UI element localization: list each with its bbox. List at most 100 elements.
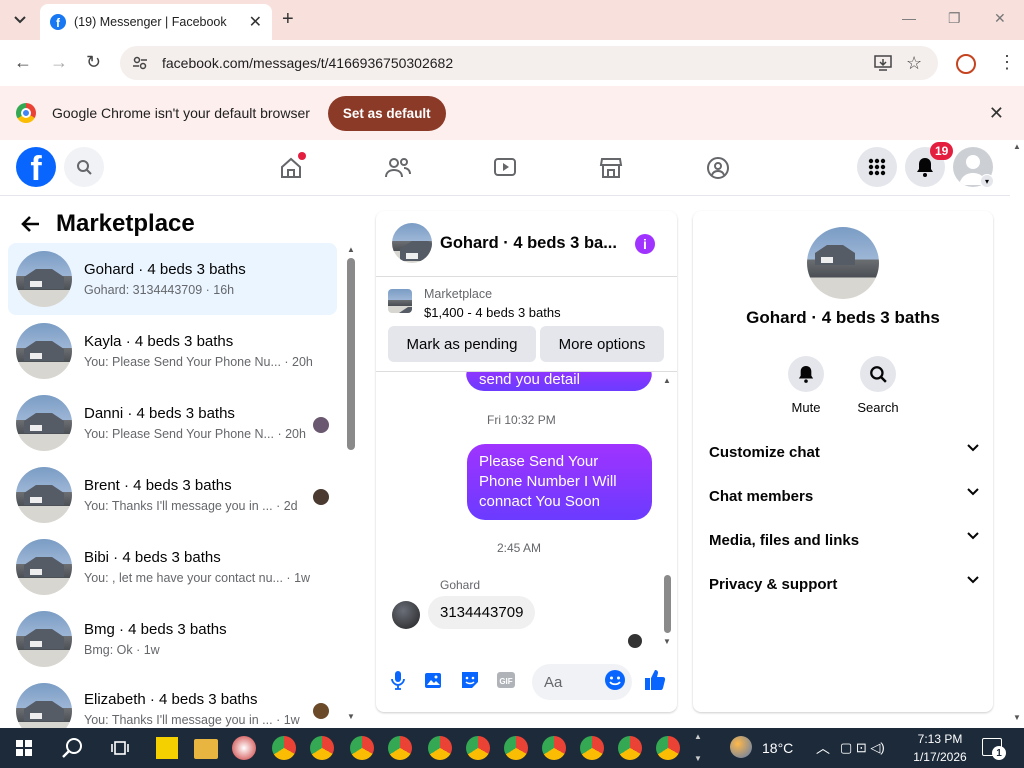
paint-app-icon[interactable]: [232, 736, 256, 760]
search-action[interactable]: Search: [848, 356, 908, 415]
message-timestamp: 2:45 AM: [497, 541, 542, 555]
scroll-up-arrow-icon[interactable]: ▲: [347, 245, 355, 254]
clock-date[interactable]: 1/17/2026: [910, 750, 970, 764]
tab-search-chevron-icon[interactable]: [8, 8, 32, 32]
photo-attach-icon[interactable]: [421, 667, 447, 693]
forward-icon[interactable]: →: [50, 52, 68, 73]
search-icon: [860, 356, 896, 392]
back-arrow-icon[interactable]: [20, 215, 40, 233]
conversation-info-icon[interactable]: i: [635, 234, 655, 254]
svg-text:GIF: GIF: [499, 677, 512, 686]
conversation-name: Kayla · 4 beds 3 baths: [84, 333, 234, 350]
chrome-taskbar-icon[interactable]: [504, 736, 528, 760]
outgoing-message[interactable]: Please Send Your Phone Number I Will con…: [467, 444, 652, 520]
site-settings-icon[interactable]: [132, 55, 148, 71]
emoji-icon[interactable]: [602, 667, 628, 693]
conversation-item[interactable]: Elizabeth · 4 beds 3 baths You: Thanks I'…: [8, 675, 337, 728]
install-app-icon[interactable]: [874, 54, 892, 75]
file-explorer-icon[interactable]: [194, 739, 218, 759]
chrome-taskbar-icon[interactable]: [310, 736, 334, 760]
sender-avatar[interactable]: [392, 601, 420, 629]
media-files-links-section[interactable]: Media, files and links: [709, 532, 979, 549]
minimize-icon[interactable]: —: [902, 10, 916, 26]
weather-temperature: 18°C: [762, 740, 794, 756]
system-tray-icons[interactable]: ▢ ⊡ ◁): [840, 740, 885, 756]
details-avatar[interactable]: [807, 227, 879, 299]
restore-icon[interactable]: ❐: [948, 10, 961, 27]
gif-icon[interactable]: GIF: [493, 667, 519, 693]
chrome-taskbar-icon[interactable]: [542, 736, 566, 760]
reload-icon[interactable]: ↻: [86, 52, 101, 73]
chat-scroll-up-icon[interactable]: ▲: [663, 376, 671, 385]
conversation-item[interactable]: Danni · 4 beds 3 baths You: Please Send Y…: [8, 387, 337, 459]
close-window-icon[interactable]: ✕: [994, 10, 1006, 27]
chrome-taskbar-icon[interactable]: [388, 736, 412, 760]
listing-thumbnail: [16, 467, 72, 523]
chat-header[interactable]: Gohard · 4 beds 3 ba...: [392, 223, 620, 263]
conversation-name: Gohard · 4 beds 3 baths: [84, 261, 246, 278]
profile-icon[interactable]: [956, 54, 976, 74]
taskbar-overflow-up-icon[interactable]: ▲: [694, 732, 702, 741]
back-icon[interactable]: ←: [14, 52, 32, 73]
scroll-down-arrow-icon[interactable]: ▼: [347, 712, 355, 721]
facebook-search-icon[interactable]: [64, 147, 104, 187]
menu-kebab-icon[interactable]: ⋮: [998, 52, 1016, 73]
sticky-notes-icon[interactable]: [156, 737, 178, 759]
menu-grid-icon[interactable]: [857, 147, 897, 187]
notification-badge: 19: [930, 142, 954, 160]
set-as-default-button[interactable]: Set as default: [327, 95, 446, 131]
infobar-close-icon[interactable]: ✕: [989, 103, 1004, 124]
chrome-taskbar-icon[interactable]: [580, 736, 604, 760]
close-tab-icon[interactable]: ✕: [249, 12, 262, 32]
thumbs-up-icon[interactable]: [642, 667, 668, 693]
mark-as-pending-button[interactable]: Mark as pending: [388, 326, 536, 362]
weather-icon[interactable]: [730, 736, 752, 758]
marketplace-icon[interactable]: [597, 154, 625, 182]
friends-icon[interactable]: [384, 154, 412, 182]
windows-start-icon[interactable]: [16, 740, 32, 759]
conversation-name: Brent · 4 beds 3 baths: [84, 477, 232, 494]
page-scroll-up-icon[interactable]: ▲: [1013, 142, 1021, 151]
chrome-taskbar-icon[interactable]: [272, 736, 296, 760]
url-text: facebook.com/messages/t/4166936750302682: [162, 55, 454, 71]
chrome-taskbar-icon[interactable]: [656, 736, 680, 760]
taskbar-search-icon[interactable]: [62, 737, 84, 762]
facebook-logo-icon[interactable]: f: [16, 147, 56, 187]
chat-scrollbar[interactable]: [664, 575, 671, 633]
page-scroll-down-icon[interactable]: ▼: [1013, 713, 1021, 722]
bookmark-star-icon[interactable]: ☆: [906, 53, 922, 74]
chat-members-section[interactable]: Chat members: [709, 488, 979, 505]
microphone-icon[interactable]: [385, 667, 411, 693]
chrome-taskbar-icon[interactable]: [466, 736, 490, 760]
chrome-taskbar-icon[interactable]: [350, 736, 374, 760]
conversation-item[interactable]: Gohard · 4 beds 3 baths Gohard: 313444370…: [8, 243, 337, 315]
more-options-button[interactable]: More options: [540, 326, 664, 362]
chrome-taskbar-icon[interactable]: [618, 736, 642, 760]
watch-video-icon[interactable]: [491, 154, 519, 182]
chrome-taskbar-icon[interactable]: [428, 736, 452, 760]
privacy-support-section[interactable]: Privacy & support: [709, 576, 979, 593]
account-chevron-icon[interactable]: ▾: [980, 174, 994, 188]
conversation-item[interactable]: Bibi · 4 beds 3 baths You: , let me have …: [8, 531, 337, 603]
customize-chat-section[interactable]: Customize chat: [709, 444, 979, 461]
omnibox[interactable]: facebook.com/messages/t/4166936750302682: [120, 46, 938, 80]
conversation-item[interactable]: Kayla · 4 beds 3 baths You: Please Send Y…: [8, 315, 337, 387]
sidebar-scrollbar[interactable]: [347, 258, 355, 450]
chrome-logo-icon: [16, 103, 36, 123]
clock-time[interactable]: 7:13 PM: [910, 732, 970, 746]
conversation-item[interactable]: Brent · 4 beds 3 baths You: Thanks I'll m…: [8, 459, 337, 531]
new-tab-icon[interactable]: +: [282, 8, 294, 31]
sticker-icon[interactable]: [457, 667, 483, 693]
conversation-item[interactable]: Bmg · 4 beds 3 baths Bmg: Ok · 1w: [8, 603, 337, 675]
mute-action[interactable]: Mute: [776, 356, 836, 415]
conversation-preview: You: Please Send Your Phone N... · 20h: [84, 427, 306, 441]
conversation-preview: You: Please Send Your Phone Nu... · 20h: [84, 355, 313, 369]
groups-icon[interactable]: [704, 154, 732, 182]
task-view-icon[interactable]: [110, 739, 130, 760]
browser-tab[interactable]: f (19) Messenger | Facebook ✕: [40, 4, 272, 40]
system-tray-chevron-icon[interactable]: ︿: [816, 738, 830, 758]
conversation-preview: You: Thanks I'll message you in ... · 2d: [84, 499, 298, 513]
taskbar-overflow-down-icon[interactable]: ▼: [694, 754, 702, 763]
chat-scroll-down-icon[interactable]: ▼: [663, 637, 671, 646]
incoming-message[interactable]: 3134443709: [428, 596, 536, 629]
